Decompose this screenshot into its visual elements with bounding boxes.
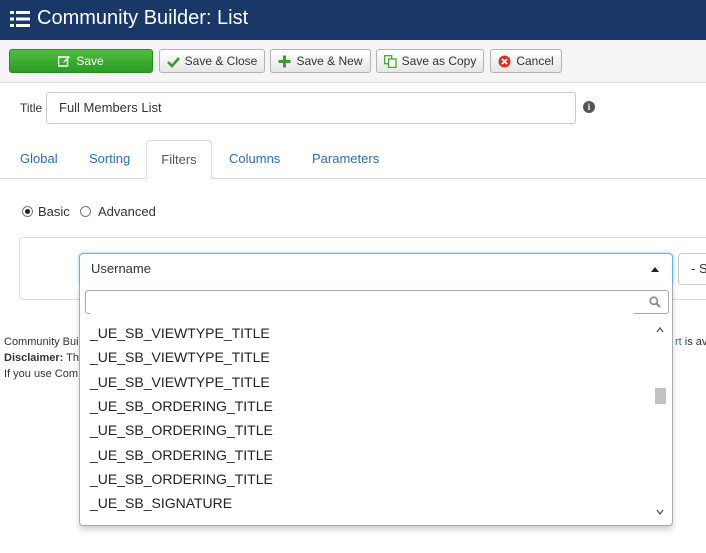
footer-text-1: Community Bui [4, 336, 79, 348]
cancel-icon [498, 55, 511, 67]
cancel-label: Cancel [516, 54, 554, 68]
title-input[interactable]: Full Members List [46, 92, 576, 124]
save-copy-button[interactable]: Save as Copy [376, 49, 484, 73]
save-close-button[interactable]: Save & Close [159, 49, 265, 73]
footer-line-3: If you use Com [4, 368, 78, 380]
save-button[interactable]: Save [9, 49, 153, 73]
advanced-label: Advanced [98, 204, 156, 219]
cancel-button[interactable]: Cancel [490, 49, 562, 73]
support-link[interactable]: rt [675, 336, 682, 348]
tab-bar: Global Sorting Filters Columns Parameter… [0, 140, 706, 179]
tab-parameters[interactable]: Parameters [312, 140, 379, 178]
dropdown-search [85, 290, 669, 314]
toolbar: Save Save & Close Save & New Save as Cop… [0, 40, 706, 83]
footer-text-3: If you use Com [4, 368, 78, 380]
tab-sorting[interactable]: Sorting [89, 140, 130, 178]
dropdown-scrollbar[interactable] [653, 322, 667, 520]
dropdown-option[interactable]: _UE_SB_SIGNATURE [90, 495, 232, 511]
list-icon [10, 11, 30, 27]
operator-select[interactable]: - S [678, 253, 706, 285]
disclaimer-text: Th [63, 352, 80, 364]
search-input[interactable] [90, 292, 634, 314]
title-label: Title [20, 101, 43, 115]
disclaimer-label: Disclaimer: [4, 352, 64, 364]
plus-icon [278, 55, 291, 67]
field-select[interactable]: Username [79, 253, 673, 285]
save-new-button[interactable]: Save & New [270, 49, 371, 73]
dropdown-option[interactable]: _UE_SB_ORDERING_TITLE [90, 398, 273, 414]
tab-filters[interactable]: Filters [146, 140, 212, 179]
save-new-label: Save & New [296, 54, 363, 68]
title-bar: Community Builder: List [0, 0, 706, 40]
chevron-down-icon[interactable] [656, 508, 664, 516]
info-icon[interactable]: i [583, 101, 595, 113]
footer-line-1: Community Bui [4, 336, 79, 348]
advanced-radio[interactable] [80, 206, 91, 217]
checkmark-icon [166, 56, 180, 68]
search-icon [649, 296, 661, 308]
dropdown-option[interactable]: _UE_SB_ORDERING_TITLE [90, 447, 273, 463]
save-close-label: Save & Close [184, 54, 258, 68]
basic-label: Basic [38, 204, 70, 219]
tab-global[interactable]: Global [20, 140, 58, 178]
dropdown-option[interactable]: _UE_SB_VIEWTYPE_TITLE [90, 349, 270, 365]
scrollbar-thumb[interactable] [655, 388, 666, 404]
copy-icon [383, 54, 397, 68]
caret-up-icon [651, 267, 659, 272]
dropdown-option[interactable]: _UE_SB_VIEWTYPE_TITLE [90, 374, 270, 390]
page-title: Community Builder: List [37, 7, 249, 29]
basic-radio[interactable] [22, 206, 33, 217]
edit-icon [58, 55, 71, 67]
dropdown-option[interactable]: _UE_SB_ORDERING_TITLE [90, 422, 273, 438]
save-label: Save [76, 54, 104, 68]
dropdown-option[interactable]: _UE_SB_VIEWTYPE_TITLE [90, 325, 270, 341]
footer-link-fragment: rt is av [675, 336, 706, 348]
chevron-up-icon[interactable] [656, 326, 664, 334]
dropdown-option[interactable]: _UE_SB_ORDERING_TITLE [90, 471, 273, 487]
field-select-value: Username [91, 261, 151, 276]
footer-text-1-end: is av [681, 336, 706, 348]
save-copy-label: Save as Copy [401, 54, 477, 68]
field-dropdown: _UE_SB_VIEWTYPE_TITLE _UE_SB_VIEWTYPE_TI… [79, 284, 673, 526]
footer-line-2: Disclaimer: Th [4, 352, 79, 364]
tab-columns[interactable]: Columns [229, 140, 280, 178]
